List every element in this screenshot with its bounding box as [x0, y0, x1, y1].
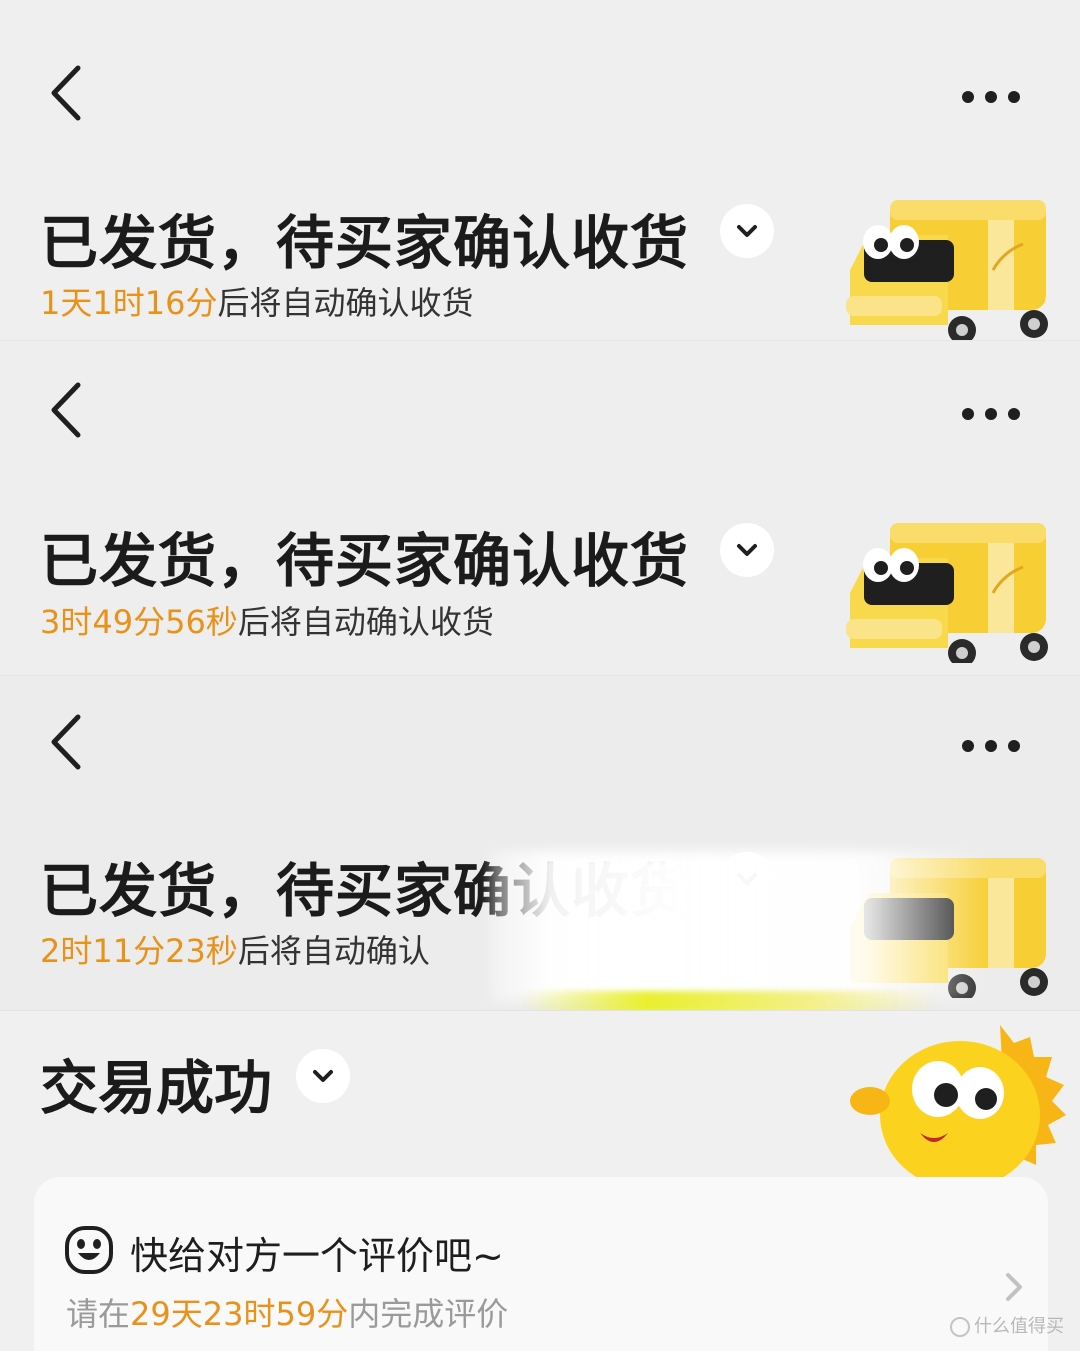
- countdown-time: 1天1时16分: [40, 284, 218, 322]
- delivery-truck-icon: [846, 523, 1048, 663]
- review-minutes: 59分: [275, 1295, 349, 1333]
- review-prefix: 请在: [66, 1295, 131, 1333]
- back-arrow-icon: [51, 382, 81, 438]
- expand-success-button[interactable]: [296, 1049, 350, 1103]
- countdown-time: 3时49分56秒: [40, 603, 238, 641]
- countdown-suffix: 后将自动确认收货: [217, 284, 474, 322]
- order-status-title: 已发货，待买家确认收货: [40, 209, 690, 277]
- review-deadline: 请在29天23时59分内完成评价: [66, 1289, 508, 1335]
- back-button[interactable]: [44, 62, 94, 124]
- review-prompt-title: 快给对方一个评价吧~: [130, 1234, 504, 1278]
- chevron-down-icon: [737, 225, 757, 237]
- review-hours: 23时: [202, 1295, 276, 1333]
- auto-confirm-countdown: 2时11分23秒后将自动确认: [40, 926, 430, 972]
- auto-confirm-countdown: 1天1时16分后将自动确认收货: [40, 278, 473, 324]
- order-status-panel: 已发货，待买家确认收货 1天1时16分后将自动确认收货: [0, 0, 1080, 340]
- watermark: 什么值得买: [950, 1312, 1064, 1338]
- order-status-title: 已发货，待买家确认收货: [40, 527, 690, 595]
- trade-success-title: 交易成功: [40, 1054, 273, 1122]
- smiley-face-icon: [65, 1226, 113, 1274]
- back-arrow-icon: [51, 65, 81, 121]
- back-button[interactable]: [44, 711, 94, 773]
- chevron-down-icon: [737, 544, 757, 556]
- expand-status-button[interactable]: [720, 523, 774, 577]
- more-options-button[interactable]: [958, 399, 1028, 429]
- order-status-panel: 已发货，待买家确认收货 3时49分56秒后将自动确认收货: [0, 340, 1080, 676]
- review-prompt-card[interactable]: 快给对方一个评价吧~ 请在29天23时59分内完成评价: [34, 1177, 1048, 1351]
- blur-overlay: [490, 851, 990, 1001]
- watermark-text: 什么值得买: [974, 1316, 1064, 1337]
- auto-confirm-countdown: 3时49分56秒后将自动确认收货: [40, 597, 494, 643]
- more-dots-icon: [962, 408, 1020, 420]
- fish-mascot-icon: [850, 1025, 1066, 1185]
- review-suffix: 内完成评价: [348, 1295, 509, 1333]
- countdown-time: 2时11分23秒: [40, 932, 238, 970]
- more-dots-icon: [962, 91, 1020, 103]
- more-dots-icon: [962, 740, 1020, 752]
- expand-status-button[interactable]: [720, 204, 774, 258]
- countdown-suffix: 后将自动确认: [237, 932, 430, 970]
- delivery-truck-icon: [846, 200, 1048, 340]
- back-button[interactable]: [44, 379, 94, 441]
- watermark-logo-icon: [950, 1317, 970, 1337]
- more-options-button[interactable]: [958, 731, 1028, 761]
- order-status-panel: 已发货，待买家确认收货 2时11分23秒后将自动确认: [0, 675, 1080, 1011]
- back-arrow-icon: [51, 714, 81, 770]
- review-days: 29天: [130, 1295, 203, 1333]
- chevron-down-icon: [313, 1070, 333, 1082]
- trade-success-panel: 交易成功 快给对方一个评价吧~ 请在29天23时59分内完成评价: [0, 1010, 1080, 1351]
- chevron-right-icon: [1006, 1273, 1022, 1301]
- highlight-glow: [520, 991, 940, 1011]
- countdown-suffix: 后将自动确认收货: [237, 603, 494, 641]
- more-options-button[interactable]: [958, 82, 1028, 112]
